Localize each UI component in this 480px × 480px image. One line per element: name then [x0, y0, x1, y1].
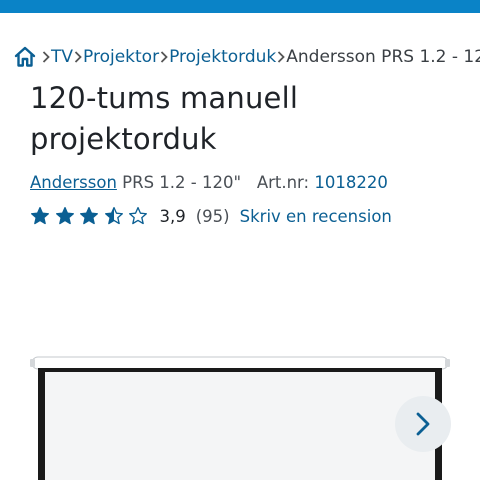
rating-count: (95): [195, 206, 230, 226]
breadcrumb-separator: [276, 50, 286, 64]
breadcrumb-current: Andersson PRS 1.2 - 120": [286, 47, 480, 67]
breadcrumb-separator: [41, 50, 51, 64]
star-filled-icon: [31, 207, 49, 225]
breadcrumb: TV Projektor Projektorduk Andersson PRS …: [13, 44, 480, 70]
artnr-value: 1018220: [314, 173, 388, 192]
breadcrumb-item-tv[interactable]: TV: [51, 47, 73, 67]
chevron-right-icon: [74, 51, 82, 63]
breadcrumb-separator: [73, 50, 83, 64]
rating-value: 3,9: [159, 206, 186, 226]
chevron-right-icon: [42, 51, 50, 63]
star-half-icon: [104, 207, 123, 225]
chevron-right-icon: [416, 412, 430, 436]
chevron-right-icon: [160, 51, 168, 63]
product-title: 120-tums manuell projektorduk: [30, 81, 299, 156]
breadcrumb-separator: [159, 50, 169, 64]
gallery-next-button[interactable]: [395, 396, 451, 452]
star-empty-icon: [129, 207, 147, 225]
chevron-right-icon: [278, 51, 286, 63]
product-meta: Andersson PRS 1.2 - 120" Art.nr: 1018220: [30, 173, 388, 192]
breadcrumb-item-projektor[interactable]: Projektor: [83, 47, 159, 67]
product-model: PRS 1.2 - 120": [122, 173, 242, 192]
breadcrumb-home[interactable]: [13, 45, 37, 69]
rating[interactable]: 3,9 (95) Skriv en recension: [30, 204, 392, 228]
artnr-label: Art.nr:: [256, 173, 310, 192]
write-review-link[interactable]: Skriv en recension: [240, 207, 392, 226]
brand-link[interactable]: Andersson: [30, 173, 117, 192]
rating-stars: [30, 206, 153, 226]
star-filled-icon: [80, 207, 99, 225]
top-accent-bar: [0, 0, 480, 13]
breadcrumb-item-projektorduk[interactable]: Projektorduk: [169, 47, 276, 67]
home-icon[interactable]: [13, 45, 37, 69]
star-filled-icon: [55, 207, 74, 225]
